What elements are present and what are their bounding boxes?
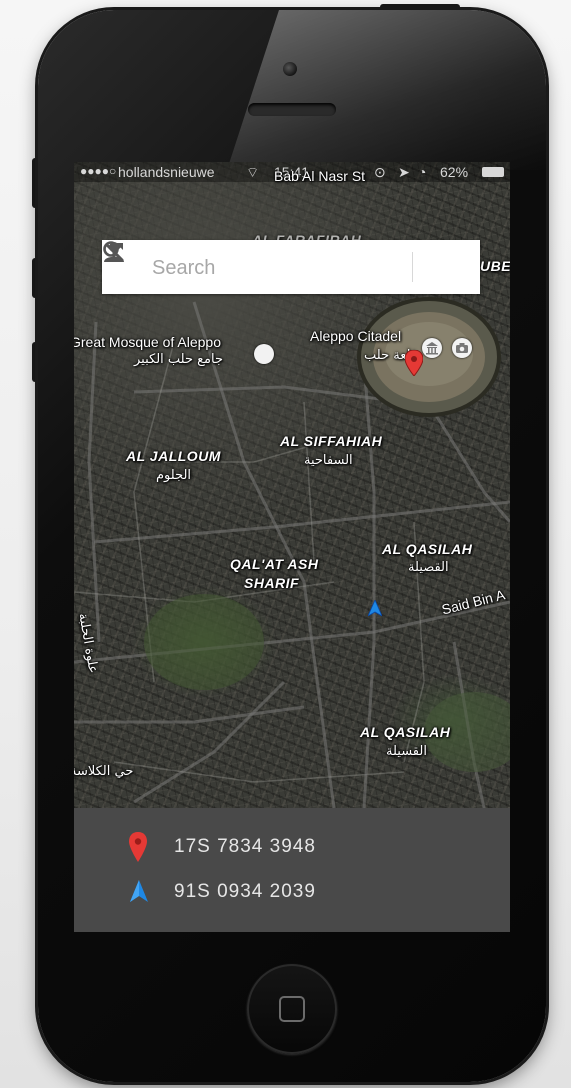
search-input[interactable] xyxy=(150,252,354,284)
district-label-al-qasilah-south: AL QASILAH xyxy=(360,724,451,740)
home-button[interactable] xyxy=(247,964,337,1054)
red-pin-icon xyxy=(129,832,147,862)
poi-label-aleppo-citadel[interactable]: Aleppo Citadel xyxy=(310,328,401,344)
district-label-al-jalloum: AL JALLOUM xyxy=(126,448,221,464)
glass-reflection xyxy=(227,10,546,170)
location-icon: ➤ xyxy=(398,164,410,180)
phone-screen: ●●●●○ hollandsnieuwe ⌔ 15:41 ⊙ ➤ ◔ 62% B… xyxy=(74,162,510,932)
coordinate-value: 91S 0934 2039 xyxy=(174,881,316,902)
mosque-icon[interactable] xyxy=(254,344,274,364)
street-label-top: Bab Al Nasr St xyxy=(274,168,366,184)
front-camera xyxy=(283,62,297,76)
district-label-top-right: UBEI xyxy=(480,258,510,274)
district-label-al-qasilah-north: AL QASILAH xyxy=(382,541,473,557)
museum-icon[interactable] xyxy=(422,338,442,358)
district-label-al-siffahiah-arabic: السفاحية xyxy=(304,453,353,468)
blue-arrow-icon xyxy=(130,880,148,902)
coordinate-value: 17S 7834 3948 xyxy=(174,836,316,857)
district-label-qalat-ash-sharif-line1: QAL'AT ASH xyxy=(230,556,319,572)
coordinates-panel: 17S 7834 3948 91S 0934 2039 xyxy=(74,808,510,932)
poi-label-great-mosque[interactable]: Great Mosque of Aleppo xyxy=(74,334,221,350)
lock-icon: ⊙ xyxy=(374,164,386,180)
battery-icon xyxy=(482,167,504,177)
district-label-qalat-ash-sharif-line2: SHARIF xyxy=(244,575,300,591)
district-label-al-siffahiah: AL SIFFAHIAH xyxy=(280,433,383,449)
current-location-arrow-icon[interactable] xyxy=(368,600,382,616)
search-divider xyxy=(412,252,413,282)
alarm-icon: ◔ xyxy=(418,164,427,180)
signal-icon: ●●●●○ xyxy=(80,164,117,178)
wifi-icon: ⌔ xyxy=(246,164,260,180)
district-label-al-jalloum-arabic: الجلوم xyxy=(156,468,192,483)
home-square-icon xyxy=(279,996,305,1022)
district-label-al-qasilah-north-arabic: القصيلة xyxy=(408,560,449,575)
district-label-bottom-left-arabic: حي الكلاسة xyxy=(74,764,134,779)
battery-percent: 62% xyxy=(440,164,469,180)
satellite-map[interactable]: ●●●●○ hollandsnieuwe ⌔ 15:41 ⊙ ➤ ◔ 62% B… xyxy=(74,162,510,808)
district-label-al-qasilah-south-arabic: القسيلة xyxy=(386,744,427,759)
account-icon[interactable] xyxy=(102,240,126,264)
earpiece-speaker xyxy=(248,103,336,116)
carrier-name: hollandsnieuwe xyxy=(118,164,215,180)
search-bar[interactable] xyxy=(102,240,480,294)
camera-poi-icon[interactable] xyxy=(452,338,472,358)
citadel-pin-icon[interactable] xyxy=(405,350,423,376)
poi-label-great-mosque-arabic: جامع حلب الكبير xyxy=(134,352,224,367)
